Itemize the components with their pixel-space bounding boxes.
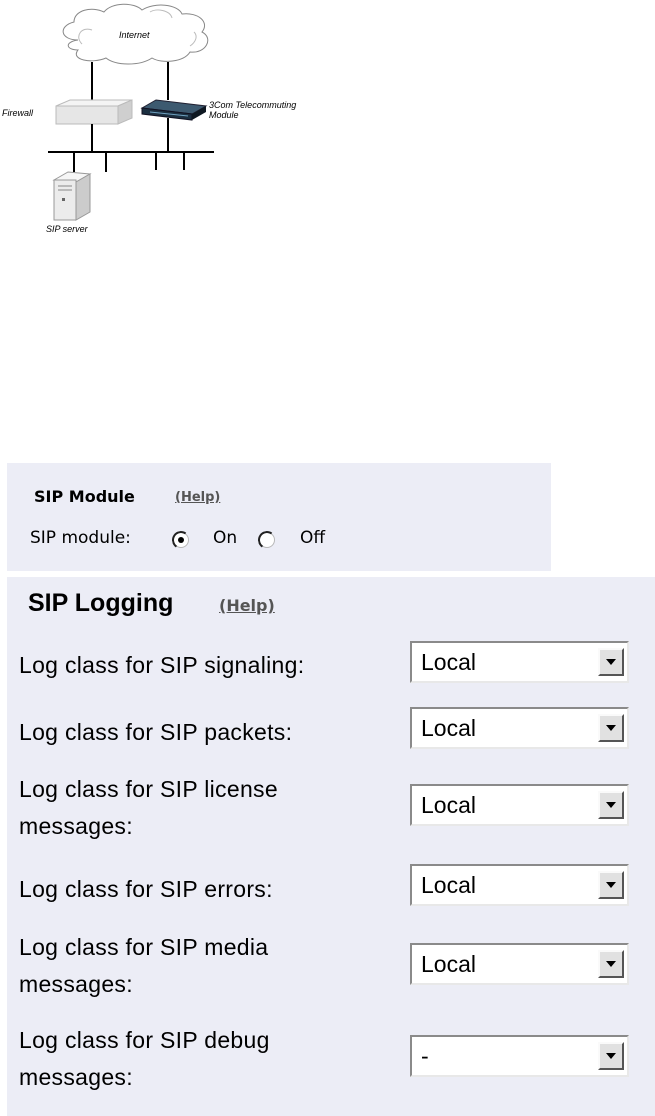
sip-module-off-label[interactable]: Off xyxy=(300,528,325,548)
sip-logging-help-link[interactable]: (Help) xyxy=(219,596,275,615)
select-value: Local xyxy=(421,792,476,818)
sip-module-off-radio[interactable] xyxy=(259,532,275,548)
telecommuting-module-label: 3Com Telecommuting Module xyxy=(209,100,297,120)
radio-selected-dot xyxy=(178,537,184,543)
select-value: Local xyxy=(421,649,476,675)
sip-logging-title: SIP Logging xyxy=(28,589,174,617)
log-row-label: Log class for SIP signaling: xyxy=(19,652,305,678)
log-row-label: Log class for SIP media messages: xyxy=(19,934,269,997)
internet-label: Internet xyxy=(119,30,150,40)
firewall-label: Firewall xyxy=(2,108,34,118)
log-class-errors-select[interactable]: Local xyxy=(410,864,629,906)
log-class-debug-select[interactable]: - xyxy=(410,1035,629,1077)
chevron-down-icon[interactable] xyxy=(598,791,624,819)
log-row-label: Log class for SIP errors: xyxy=(19,876,273,902)
log-class-signaling-select[interactable]: Local xyxy=(410,641,629,683)
network-diagram xyxy=(48,3,214,221)
sip-module-help-link[interactable]: (Help) xyxy=(175,490,220,505)
select-value: Local xyxy=(421,715,476,741)
select-value: Local xyxy=(421,951,476,977)
select-value: Local xyxy=(421,872,476,898)
chevron-down-icon[interactable] xyxy=(598,648,624,676)
select-value: - xyxy=(421,1043,429,1069)
sip-server-label: SIP server xyxy=(46,224,88,234)
sip-module-panel: SIP Module (Help) SIP module: On Off xyxy=(7,463,551,571)
chevron-down-icon[interactable] xyxy=(598,950,624,978)
log-row-label: Log class for SIP license messages: xyxy=(19,776,278,839)
chevron-down-icon[interactable] xyxy=(598,871,624,899)
sip-module-on-label[interactable]: On xyxy=(213,528,237,548)
chevron-down-icon[interactable] xyxy=(598,714,624,742)
sip-module-title: SIP Module xyxy=(34,487,135,506)
chevron-down-icon[interactable] xyxy=(598,1042,624,1070)
log-class-license-select[interactable]: Local xyxy=(410,784,629,826)
log-row-label: Log class for SIP debug messages: xyxy=(19,1027,270,1090)
firewall-device xyxy=(55,99,133,125)
log-row-label: Log class for SIP packets: xyxy=(19,719,293,745)
log-class-media-select[interactable]: Local xyxy=(410,943,629,985)
sip-module-field-label: SIP module: xyxy=(30,528,131,548)
telecommuting-module-device xyxy=(140,99,208,121)
log-class-packets-select[interactable]: Local xyxy=(410,707,629,749)
sip-logging-panel: SIP Logging (Help) Log class for SIP sig… xyxy=(7,577,655,1116)
sip-module-on-radio[interactable] xyxy=(173,532,189,548)
sip-server-device xyxy=(52,171,92,221)
